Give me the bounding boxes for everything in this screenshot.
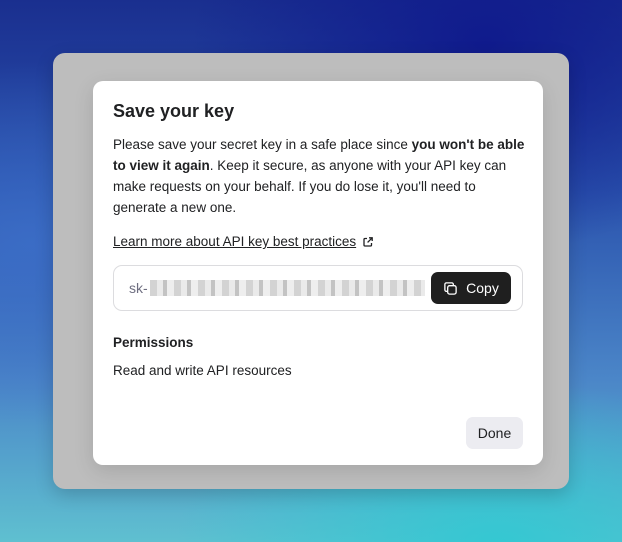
learn-more-link[interactable]: Learn more about API key best practices [113, 234, 374, 249]
secret-key-field[interactable]: sk- [129, 277, 425, 299]
learn-more-label: Learn more about API key best practices [113, 234, 357, 249]
save-key-dialog: Save your key Please save your secret ke… [93, 81, 543, 465]
secret-key-prefix: sk- [129, 280, 148, 296]
secret-key-box: sk- Copy [113, 265, 523, 311]
copy-icon [444, 281, 457, 295]
done-button[interactable]: Done [466, 417, 523, 449]
dialog-title: Save your key [113, 101, 235, 121]
description-text-1: Please save your secret key in a safe pl… [113, 137, 412, 152]
copy-label: Copy [466, 280, 499, 296]
redacted-key-pixels [149, 280, 425, 296]
external-link-icon [363, 236, 373, 247]
dialog-description: Please save your secret key in a safe pl… [113, 134, 525, 218]
permissions-value: Read and write API resources [113, 363, 292, 378]
copy-button[interactable]: Copy [431, 272, 511, 304]
permissions-label: Permissions [113, 335, 194, 350]
